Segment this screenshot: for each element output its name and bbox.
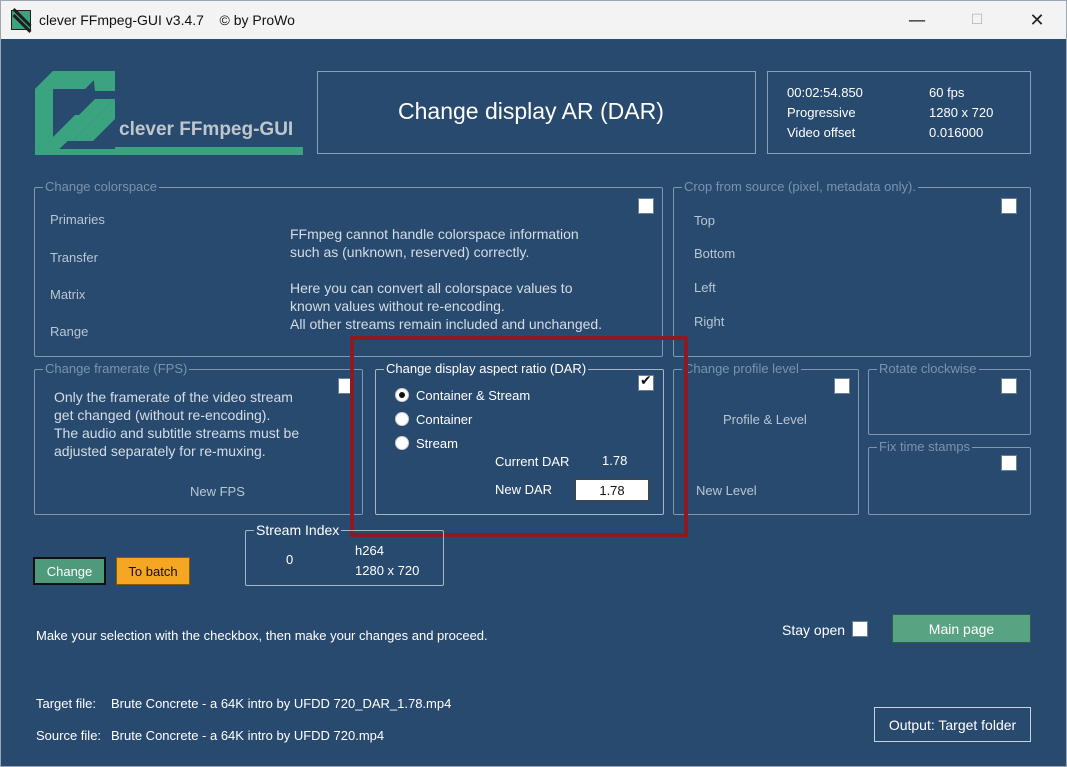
stream-resolution: 1280 x 720 [355,563,420,578]
timestamps-group: Fix time stamps [868,439,1031,515]
crop-group: Crop from source (pixel, metadata only).… [673,179,1031,357]
stream-index-group: Stream Index 0 h264 1280 x 720 [245,522,444,586]
instructions-text: Make your selection with the checkbox, t… [36,628,488,643]
header-frame: Change display AR (DAR) [317,71,756,154]
duration-value: 00:02:54.850 [787,85,863,100]
crop-bottom-label: Bottom [694,246,736,261]
output-target-folder-button[interactable]: Output: Target folder [874,707,1031,742]
crop-right-label: Right [694,314,725,329]
highlight-box [350,336,688,537]
source-file-label: Source file: [36,728,102,743]
change-button[interactable]: Change [33,557,106,585]
primaries-label: Primaries [50,212,105,227]
target-file-label: Target file: [36,696,96,711]
page-title: Change display AR (DAR) [398,98,664,124]
colorspace-legend: Change colorspace [43,179,160,194]
framerate-note-2: get changed (without re-encoding). [54,407,271,423]
timestamps-legend: Fix time stamps [877,439,973,454]
timestamps-checkbox[interactable] [1001,455,1017,471]
stream-index-value: 0 [286,552,294,567]
app-logo-icon [11,10,31,30]
profile-checkbox[interactable] [834,378,850,394]
to-batch-button[interactable]: To batch [116,557,190,585]
range-label: Range [50,324,89,339]
profile-group: Change profile level Profile & Level New… [673,361,859,515]
matrix-label: Matrix [50,287,86,302]
title-bar: clever FFmpeg-GUI v3.4.7 © by ProWo — ☐ … [1,1,1066,39]
media-info-panel: 00:02:54.850 60 fps Progressive 1280 x 7… [767,71,1031,154]
colorspace-note-2: such as (unknown, reserved) correctly. [290,244,530,260]
colorspace-note-3: Here you can convert all colorspace valu… [290,280,573,296]
framerate-note-4: adjusted separately for re-muxing. [54,443,266,459]
framerate-note-3: The audio and subtitle streams must be [54,425,300,441]
stay-open-checkbox[interactable] [852,621,868,637]
framerate-note-1: Only the framerate of the video stream [54,389,293,405]
stream-index-legend: Stream Index [254,522,342,538]
fps-value: 60 fps [929,85,965,100]
video-offset-label: Video offset [787,125,856,140]
colorspace-checkbox[interactable] [638,198,654,214]
maximize-icon[interactable]: ☐ [954,1,1000,39]
colorspace-note-5: All other streams remain included and un… [290,316,603,332]
crop-legend: Crop from source (pixel, metadata only). [682,179,918,194]
crop-checkbox[interactable] [1001,198,1017,214]
logo-icon [35,71,303,155]
crop-top-label: Top [694,213,715,228]
source-file-value: Brute Concrete - a 64K intro by UFDD 720… [111,728,385,743]
app-window: clever FFmpeg-GUI v3.4.7 © by ProWo — ☐ … [0,0,1067,767]
crop-left-label: Left [694,280,716,295]
profile-level-label: Profile & Level [723,412,807,427]
framerate-group: Change framerate (FPS) Only the framerat… [34,361,363,515]
colorspace-note-1: FFmpeg cannot handle colorspace informat… [290,226,579,242]
stream-codec: h264 [355,543,384,558]
new-level-label: New Level [696,483,757,498]
minimize-icon[interactable]: — [894,1,940,39]
main-page-button[interactable]: Main page [892,614,1031,643]
new-fps-label: New FPS [190,484,245,499]
framerate-legend: Change framerate (FPS) [43,361,190,376]
window-title: clever FFmpeg-GUI v3.4.7 © by ProWo [39,12,295,28]
profile-legend: Change profile level [682,361,801,376]
rotate-checkbox[interactable] [1001,378,1017,394]
close-icon[interactable]: ✕ [1014,1,1060,39]
video-offset-value: 0.016000 [929,125,984,140]
main-panel: clever FFmpeg-GUI Change display AR (DAR… [1,39,1066,767]
rotate-group: Rotate clockwise [868,361,1031,435]
transfer-label: Transfer [50,250,98,265]
logo-text: clever FFmpeg-GUI [119,119,294,140]
stay-open-label: Stay open [782,622,846,638]
colorspace-note-4: known values without re-encoding. [290,298,505,314]
rotate-legend: Rotate clockwise [877,361,979,376]
scan-type: Progressive [787,105,856,120]
colorspace-group: Change colorspace Primaries Transfer Mat… [34,179,663,357]
target-file-value: Brute Concrete - a 64K intro by UFDD 720… [111,696,452,711]
resolution-value: 1280 x 720 [929,105,994,120]
